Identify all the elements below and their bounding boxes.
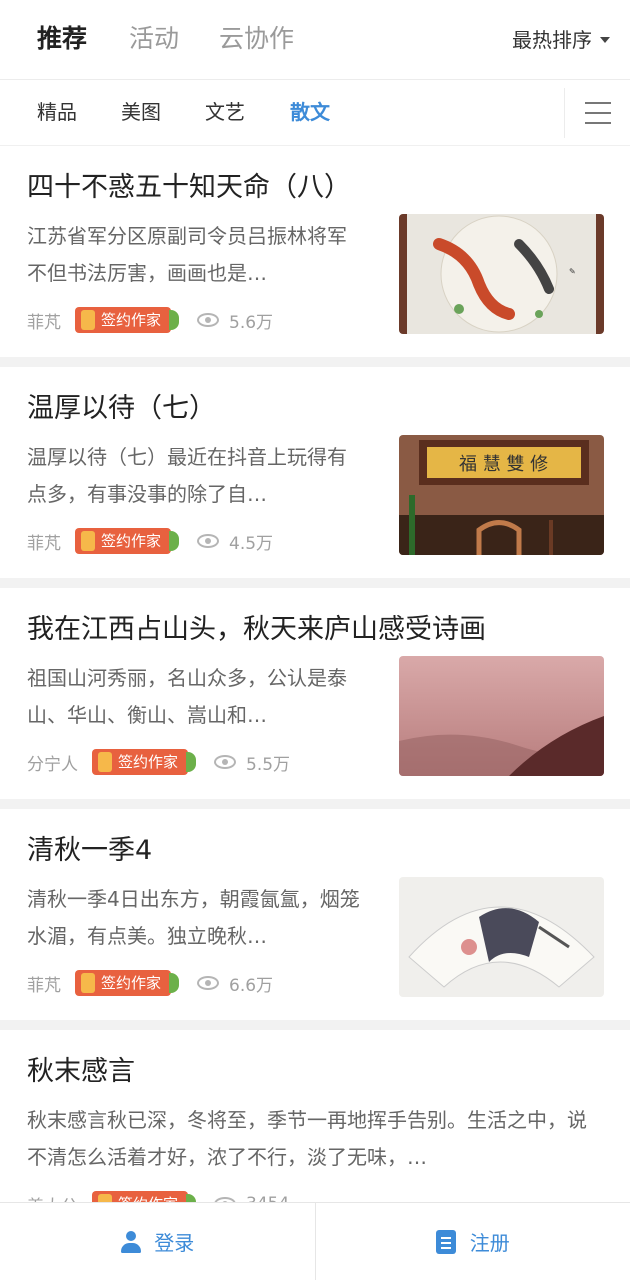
view-count-value: 4.5万 [229, 533, 274, 554]
register-label: 注册 [469, 1231, 510, 1255]
article-title[interactable]: 秋末感言 [27, 1054, 135, 1090]
author-name[interactable]: 分宁人 [27, 750, 78, 775]
view-count-value: 5.6万 [229, 312, 274, 333]
svg-text:福 慧 雙 修: 福 慧 雙 修 [459, 454, 548, 475]
article-meta: 菲芃 签约作家 4.5万 [27, 527, 273, 555]
login-button[interactable]: 登录 [0, 1203, 315, 1280]
chevron-down-icon [600, 36, 610, 43]
menu-icon[interactable] [564, 88, 630, 138]
view-count-value: 5.5万 [246, 754, 291, 775]
view-count: 6.6万 [197, 971, 273, 996]
subtab-prose[interactable]: 散文 [290, 98, 330, 126]
article-meta: 分宁人 签约作家 5.5万 [27, 748, 290, 776]
view-count-value: 6.6万 [229, 975, 274, 996]
article-title[interactable]: 我在江西占山头，秋天来庐山感受诗画 [27, 612, 486, 648]
subtab-featured[interactable]: 精品 [37, 98, 77, 126]
article-thumbnail[interactable]: ✎ [399, 214, 604, 334]
sort-dropdown[interactable]: 最热排序 [512, 26, 610, 54]
article-thumbnail[interactable]: 福 慧 雙 修 [399, 435, 604, 555]
article-thumbnail[interactable] [399, 877, 604, 997]
sort-label: 最热排序 [512, 28, 592, 52]
view-count: 5.5万 [214, 750, 290, 775]
article-card[interactable]: 四十不惑五十知天命（八） 江苏省军分区原副司令员吕振林将军不但书法厉害，画画也是… [0, 146, 630, 367]
login-label: 登录 [154, 1231, 195, 1255]
tab-recommend[interactable]: 推荐 [37, 22, 88, 56]
article-card[interactable]: 我在江西占山头，秋天来庐山感受诗画 祖国山河秀丽，名山众多，公认是泰山、华山、衡… [0, 588, 630, 809]
author-name[interactable]: 菲芃 [27, 308, 61, 333]
article-summary: 温厚以待（七）最近在抖音上玩得有点多，有事没事的除了自… [27, 445, 347, 506]
article-title[interactable]: 四十不惑五十知天命（八） [27, 170, 351, 206]
view-count: 5.6万 [197, 308, 273, 333]
signed-writer-badge: 签约作家 [92, 749, 197, 775]
bottom-action-bar: 登录 注册 [0, 1202, 630, 1280]
article-thumbnail[interactable] [399, 656, 604, 776]
signed-writer-badge: 签约作家 [75, 528, 180, 554]
article-card[interactable]: 清秋一季4 清秋一季4日出东方，朝霞氤氲，烟笼水湄，有点美。独立晚秋… 菲芃 签… [0, 809, 630, 1030]
signed-writer-badge: 签约作家 [75, 307, 180, 333]
article-title[interactable]: 清秋一季4 [27, 833, 152, 869]
view-count: 4.5万 [197, 529, 273, 554]
author-name[interactable]: 菲芃 [27, 529, 61, 554]
user-icon [120, 1230, 142, 1253]
article-feed: 四十不惑五十知天命（八） 江苏省军分区原副司令员吕振林将军不但书法厉害，画画也是… [0, 146, 630, 1251]
document-icon [435, 1229, 456, 1254]
category-bar: 精品 美图 文艺 散文 [0, 80, 630, 146]
eye-icon [197, 534, 220, 548]
article-card[interactable]: 温厚以待（七） 温厚以待（七）最近在抖音上玩得有点多，有事没事的除了自… 福 慧… [0, 367, 630, 588]
eye-icon [197, 313, 220, 327]
article-summary: 江苏省军分区原副司令员吕振林将军不但书法厉害，画画也是… [27, 224, 347, 285]
top-nav: 推荐 活动 云协作 最热排序 [0, 0, 630, 80]
article-meta: 菲芃 签约作家 6.6万 [27, 969, 273, 997]
article-meta: 菲芃 签约作家 5.6万 [27, 306, 273, 334]
tab-activity[interactable]: 活动 [129, 22, 179, 56]
article-summary: 秋末感言秋已深，冬将至，季节一再地挥手告别。生活之中，说不清怎么活着才好，浓了不… [27, 1108, 587, 1169]
signed-writer-badge: 签约作家 [75, 970, 180, 996]
svg-text:✎: ✎ [569, 267, 576, 276]
article-title[interactable]: 温厚以待（七） [27, 391, 216, 427]
eye-icon [197, 976, 220, 990]
register-button[interactable]: 注册 [314, 1203, 630, 1280]
article-summary: 清秋一季4日出东方，朝霞氤氲，烟笼水湄，有点美。独立晚秋… [27, 887, 360, 948]
tab-cloud-collab[interactable]: 云协作 [219, 22, 294, 56]
article-summary: 祖国山河秀丽，名山众多，公认是泰山、华山、衡山、嵩山和… [27, 666, 347, 727]
eye-icon [214, 755, 237, 769]
subtab-images[interactable]: 美图 [121, 98, 161, 126]
author-name[interactable]: 菲芃 [27, 971, 61, 996]
subtab-literary[interactable]: 文艺 [205, 98, 245, 126]
